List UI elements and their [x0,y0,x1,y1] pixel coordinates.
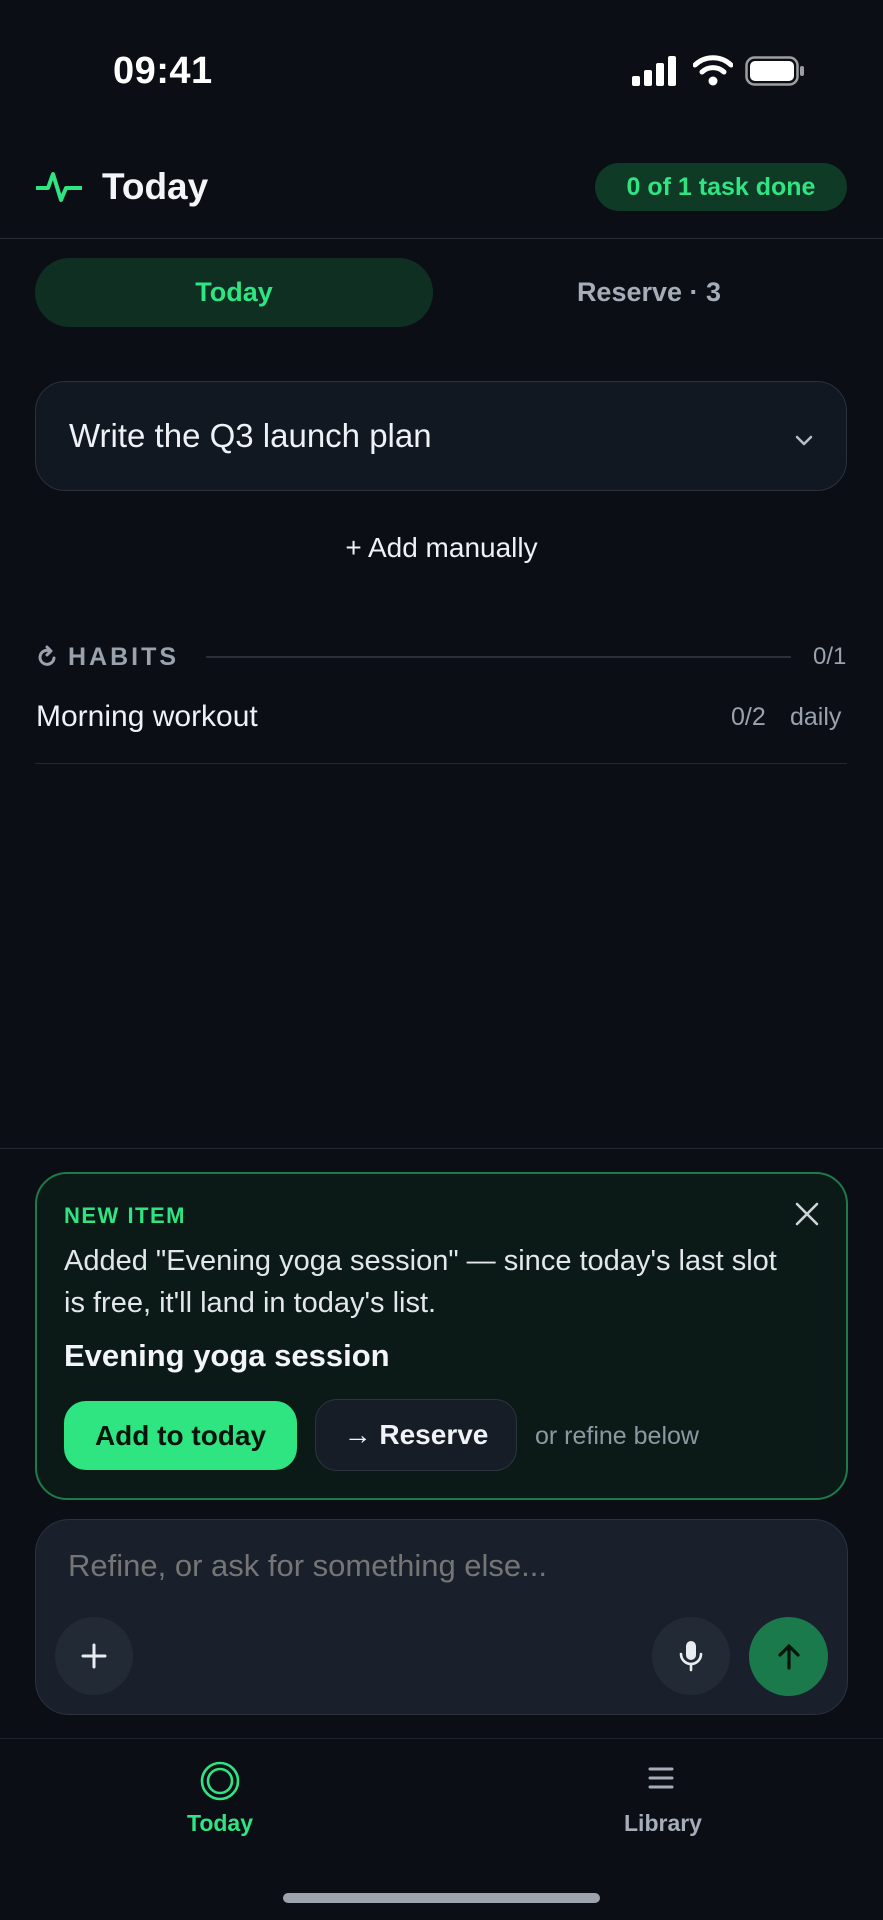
battery-icon [745,56,804,86]
menu-icon[interactable] [648,1766,674,1790]
page-title: Today [102,166,209,207]
chevron-down-icon[interactable] [793,434,815,448]
task-title: Write the Q3 launch plan [69,417,432,454]
habits-count: 0/1 [813,643,847,670]
voice-button[interactable] [652,1617,730,1695]
microphone-icon [679,1641,703,1672]
pulse-icon [36,172,82,202]
tab-today[interactable]: Today [35,258,433,327]
suggestion-label: NEW ITEM [64,1203,186,1228]
target-icon[interactable] [199,1760,241,1802]
nav-divider [0,1738,883,1739]
add-manually-button[interactable]: + Add manually [0,532,883,564]
nav-library[interactable]: Library [443,1810,883,1837]
home-indicator [283,1893,600,1903]
refine-hint: or refine below [535,1422,699,1450]
wifi-icon [693,55,733,86]
arrow-up-icon [777,1643,800,1670]
habits-divider [206,656,791,658]
habit-progress: 0/2 [731,703,766,731]
suggestion-message: Added "Evening yoga session" — since tod… [64,1245,777,1319]
tab-reserve[interactable]: Reserve · 3 [450,258,848,327]
plus-icon [81,1643,107,1669]
panel-divider [0,1148,883,1149]
nav-today[interactable]: Today [0,1810,440,1837]
attach-button[interactable] [55,1617,133,1695]
cellular-signal-icon [632,56,676,86]
header-divider [0,238,883,239]
move-to-reserve-button[interactable]: → Reserve [315,1399,517,1471]
send-button[interactable] [749,1617,828,1696]
progress-badge: 0 of 1 task done [595,163,847,211]
suggestion-item-title: Evening yoga session [64,1338,390,1373]
add-to-today-button[interactable]: Add to today [64,1401,297,1470]
habit-frequency: daily [790,703,842,731]
status-time: 09:41 [113,50,213,92]
habits-heading: HABITS [68,643,180,671]
habit-row-divider [35,763,847,764]
refine-input[interactable] [68,1548,788,1584]
repeat-icon [38,645,56,666]
habit-name[interactable]: Morning workout [36,700,258,734]
close-icon[interactable] [792,1199,822,1229]
